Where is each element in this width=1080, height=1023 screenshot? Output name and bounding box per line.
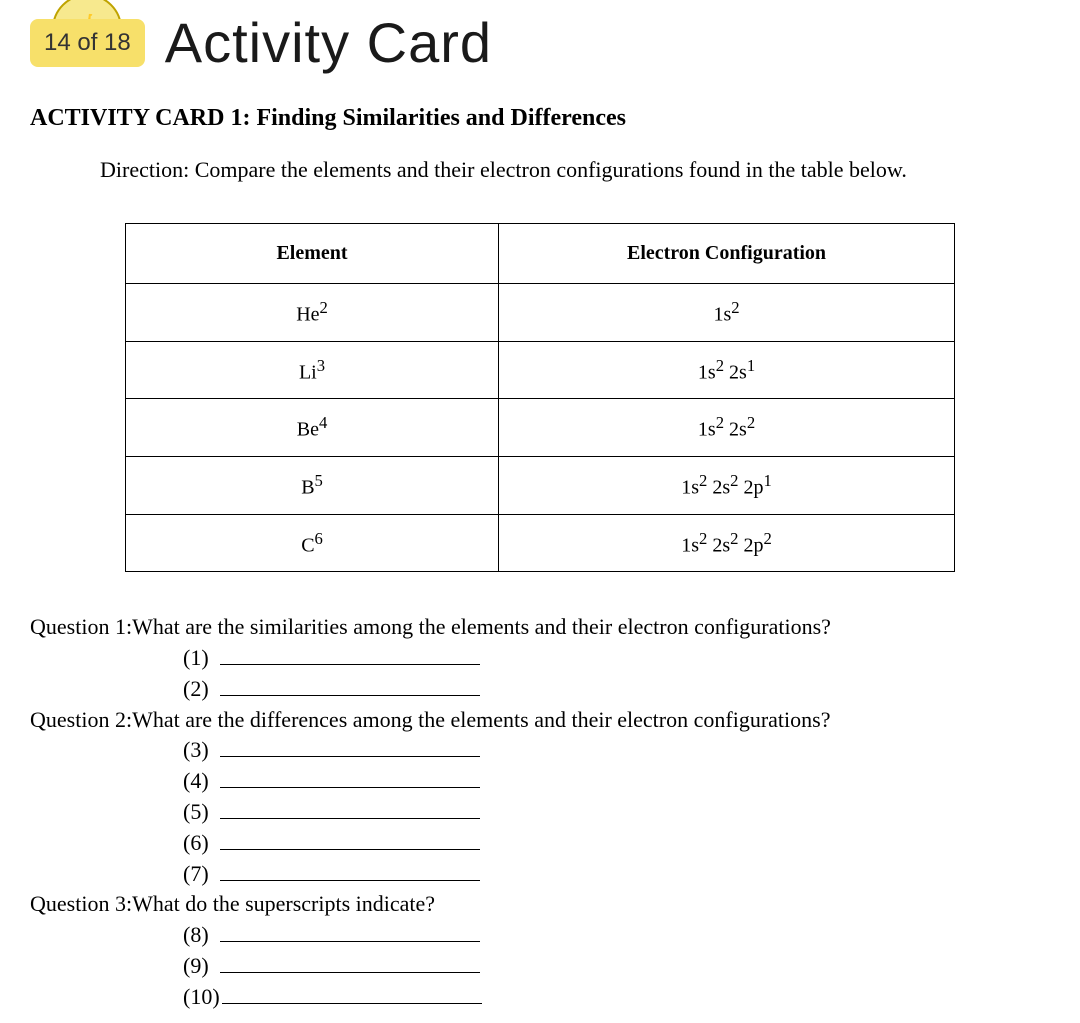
cell-element: B5 — [126, 456, 499, 514]
page-counter: 14 of 18 — [30, 19, 145, 67]
blank-line[interactable] — [220, 801, 480, 819]
blank-number: (3) — [183, 735, 218, 766]
cell-config: 1s2 2s2 2p2 — [499, 514, 955, 572]
question-1: Question 1: What are the similarities am… — [30, 612, 1050, 643]
blank-line[interactable] — [220, 832, 480, 850]
blank-line[interactable] — [220, 647, 480, 665]
answer-blank: (6) — [183, 828, 1050, 859]
answer-blank: (3) — [183, 735, 1050, 766]
table-row: Li31s2 2s1 — [126, 341, 955, 399]
blank-number: (5) — [183, 797, 218, 828]
table-row: C61s2 2s2 2p2 — [126, 514, 955, 572]
cell-element: C6 — [126, 514, 499, 572]
blank-line[interactable] — [220, 863, 480, 881]
cell-config: 1s2 2s1 — [499, 341, 955, 399]
blank-number: (10) — [183, 982, 220, 1013]
header-element: Element — [126, 224, 499, 284]
blank-number: (6) — [183, 828, 218, 859]
blank-number: (2) — [183, 674, 218, 705]
blank-number: (7) — [183, 859, 218, 890]
blank-number: (9) — [183, 951, 218, 982]
blank-number: (8) — [183, 920, 218, 951]
cell-element: Li3 — [126, 341, 499, 399]
question-3: Question 3: What do the superscripts ind… — [30, 889, 1050, 920]
header-config: Electron Configuration — [499, 224, 955, 284]
direction-text: Direction: Compare the elements and thei… — [100, 157, 1050, 183]
page-title: Activity Card — [165, 10, 492, 75]
answer-blank: (4) — [183, 766, 1050, 797]
blank-number: (1) — [183, 643, 218, 674]
answer-blank: (7) — [183, 859, 1050, 890]
blank-line[interactable] — [222, 986, 482, 1004]
table-header-row: Element Electron Configuration — [126, 224, 955, 284]
cell-element: Be4 — [126, 399, 499, 457]
answer-blank: (2) — [183, 674, 1050, 705]
answer-blank: (5) — [183, 797, 1050, 828]
answer-blank: (10) — [183, 982, 1050, 1013]
activity-card-heading: ACTIVITY CARD 1: Finding Similarities an… — [30, 105, 1050, 132]
answer-blank: (1) — [183, 643, 1050, 674]
blank-line[interactable] — [220, 678, 480, 696]
blank-line[interactable] — [220, 924, 480, 942]
blank-line[interactable] — [220, 955, 480, 973]
blank-line[interactable] — [220, 770, 480, 788]
q1-text: What are the similarities among the elem… — [132, 612, 831, 643]
q1-label: Question 1: — [30, 612, 132, 643]
cell-config: 1s2 — [499, 284, 955, 342]
q3-text: What do the superscripts indicate? — [132, 889, 435, 920]
q2-text: What are the differences among the eleme… — [132, 705, 830, 736]
q3-label: Question 3: — [30, 889, 132, 920]
question-2: Question 2: What are the differences amo… — [30, 705, 1050, 736]
cell-config: 1s2 2s2 — [499, 399, 955, 457]
cell-config: 1s2 2s2 2p1 — [499, 456, 955, 514]
header-row: 🤸 14 of 18 Activity Card — [30, 10, 1050, 75]
cell-element: He2 — [126, 284, 499, 342]
blank-line[interactable] — [220, 739, 480, 757]
elements-table: Element Electron Configuration He21s2Li3… — [125, 223, 955, 572]
answer-blank: (8) — [183, 920, 1050, 951]
table-row: Be41s2 2s2 — [126, 399, 955, 457]
badge-wrap: 🤸 14 of 18 — [30, 19, 145, 67]
table-row: B51s2 2s2 2p1 — [126, 456, 955, 514]
answer-blank: (9) — [183, 951, 1050, 982]
table-row: He21s2 — [126, 284, 955, 342]
questions-section: Question 1: What are the similarities am… — [30, 612, 1050, 1012]
q2-label: Question 2: — [30, 705, 132, 736]
blank-number: (4) — [183, 766, 218, 797]
